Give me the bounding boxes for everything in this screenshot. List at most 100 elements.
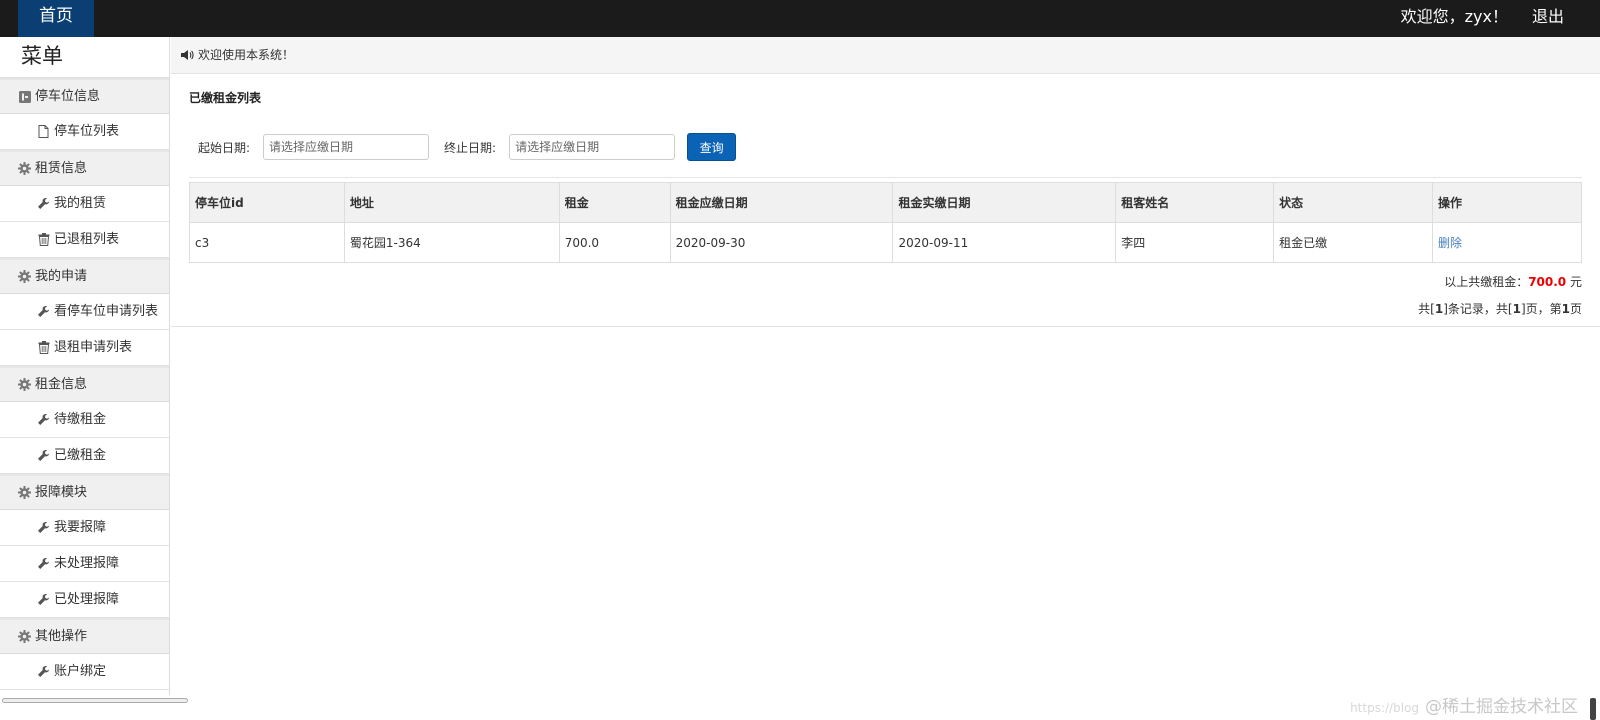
column-header: 地址 (343, 182, 560, 223)
wrench-icon (37, 413, 50, 426)
sidebar-group-header[interactable]: 租赁信息 (0, 150, 169, 186)
pagination-info: 共[1]条记录，共[1]页，第1页 (1418, 300, 1582, 317)
sidebar-item-label: 账户绑定 (54, 663, 107, 679)
pager-text: 页 (1569, 302, 1582, 316)
trash-icon (37, 233, 50, 246)
column-header: 状态 (1273, 182, 1434, 223)
table-cell: 删除 (1432, 222, 1582, 263)
sidebar-item[interactable]: 我的租赁 (0, 186, 169, 222)
top-navbar: 首页 欢迎您，zyx！ 退出 (0, 0, 1600, 37)
sidebar-item[interactable]: 账户绑定 (0, 654, 169, 690)
column-header: 租金 (558, 182, 671, 223)
file-icon (37, 125, 50, 138)
logout-link[interactable]: 退出 (1532, 0, 1564, 33)
pager-current: 1 (1561, 302, 1570, 316)
watermark: https://blog @稀土掘金技术社区 (1350, 692, 1578, 717)
notice-bar: 欢迎使用本系统！ (171, 37, 1600, 74)
table-cell: 蜀花园1-364 (343, 222, 560, 263)
pager-pages: 1 (1512, 302, 1521, 316)
sidebar-item[interactable]: 待缴租金 (0, 402, 169, 438)
query-button[interactable]: 查询 (687, 133, 737, 161)
gear-icon (18, 486, 31, 499)
sidebar-item[interactable]: 已处理报障 (0, 582, 169, 618)
sidebar-group-header[interactable]: 其他操作 (0, 618, 169, 654)
table-cell: 2020-09-11 (892, 222, 1117, 263)
table-header-row: 停车位id 地址 租金 租金应缴日期 租金实缴日期 租客姓名 状态 操作 (189, 182, 1582, 223)
sidebar-item[interactable]: 看停车位申请列表 (0, 294, 169, 330)
home-tab[interactable]: 首页 (18, 0, 94, 37)
delete-link[interactable]: 删除 (1438, 236, 1462, 250)
wrench-icon (37, 665, 50, 678)
watermark-url: https://blog (1350, 701, 1419, 715)
square-icon (18, 90, 31, 103)
sidebar-item-label: 未处理报障 (54, 555, 120, 571)
sidebar-item-label: 看停车位申请列表 (54, 303, 159, 319)
sidebar-item-label: 已缴租金 (54, 447, 107, 463)
sidebar-item-label: 已退租列表 (54, 231, 120, 247)
sidebar-item[interactable]: 未处理报障 (0, 546, 169, 582)
sidebar-group-label: 租金信息 (35, 376, 88, 392)
sidebar-group-header[interactable]: 我的申请 (0, 258, 169, 294)
sidebar-group-header[interactable]: 停车位信息 (0, 78, 169, 114)
sidebar-item[interactable]: 我要报障 (0, 510, 169, 546)
pager-text: ]条记录，共[ (1443, 302, 1513, 316)
gear-icon (18, 378, 31, 391)
notice-text: 欢迎使用本系统！ (198, 48, 295, 62)
column-header: 租金实缴日期 (892, 182, 1117, 223)
summary-suffix: 元 (1566, 275, 1582, 289)
sidebar-item[interactable]: 退租申请列表 (0, 330, 169, 366)
column-header: 操作 (1432, 182, 1582, 223)
sidebar-item[interactable]: 停车位列表 (0, 114, 169, 150)
menu-title: 菜单 (0, 37, 169, 78)
watermark-text: @稀土掘金技术社区 (1425, 697, 1578, 717)
start-date-label: 起始日期: (198, 140, 251, 155)
pager-text: 共[ (1418, 302, 1435, 316)
sidebar-item[interactable]: 已退租列表 (0, 222, 169, 258)
table-cell: 李四 (1115, 222, 1275, 263)
total-summary: 以上共缴租金：700.0 元 (1444, 273, 1582, 290)
sidebar-item-label: 我的租赁 (54, 195, 107, 211)
table-row: c3 蜀花园1-364 700.0 2020-09-30 2020-09-11 李四 租金已… (189, 222, 1582, 263)
table-cell: 租金已缴 (1273, 222, 1434, 263)
table-body: c3 蜀花园1-364 700.0 2020-09-30 2020-09-11 李四 租金已… (189, 222, 1582, 263)
sidebar-group-header[interactable]: 报障模块 (0, 474, 169, 510)
sidebar-menu: 停车位信息停车位列表 租赁信息我的租赁已退租列表我的申请看停车位申请列表 退租申请列… (0, 78, 169, 690)
sidebar-item-label: 待缴租金 (54, 411, 107, 427)
sidebar-group-label: 其他操作 (35, 628, 88, 644)
gear-icon (18, 162, 31, 175)
wrench-icon (37, 305, 50, 318)
start-date-input[interactable] (263, 134, 430, 160)
vertical-scrollbar[interactable] (1590, 698, 1596, 720)
wrench-icon (37, 521, 50, 534)
trash-icon (37, 341, 50, 354)
table-cell: c3 (189, 222, 345, 263)
end-date-input[interactable] (509, 134, 676, 160)
sidebar-item-label: 退租申请列表 (54, 339, 133, 355)
sidebar-group-header[interactable]: 租金信息 (0, 366, 169, 402)
page-title: 已缴租金列表 (189, 91, 262, 105)
wrench-icon (37, 197, 50, 210)
horizontal-scrollbar[interactable] (2, 698, 188, 703)
sidebar-item-label: 我要报障 (54, 519, 107, 535)
speaker-icon (181, 49, 194, 61)
column-header: 租金应缴日期 (669, 182, 894, 223)
pager-text: ]页，第 (1520, 302, 1562, 316)
wrench-icon (37, 557, 50, 570)
wrench-icon (37, 593, 50, 606)
end-date-label: 终止日期: (444, 140, 497, 155)
gear-icon (18, 270, 31, 283)
table-cell: 2020-09-30 (669, 222, 894, 263)
divider (171, 326, 1600, 327)
sidebar: 菜单 停车位信息停车位列表 租赁信息我的租赁已退租列表我的申请看停车位申请列表 退租… (0, 37, 170, 695)
welcome-user-text: 欢迎您，zyx！ (1400, 7, 1508, 26)
sidebar-item[interactable]: 已缴租金 (0, 438, 169, 474)
sidebar-group-label: 停车位信息 (35, 88, 101, 104)
sidebar-group-label: 我的申请 (35, 268, 88, 284)
table-cell: 700.0 (558, 222, 671, 263)
summary-prefix: 以上共缴租金： (1444, 275, 1529, 289)
wrench-icon (37, 449, 50, 462)
gear-icon (18, 630, 31, 643)
search-form: 起始日期: 终止日期: 查询 (198, 133, 737, 161)
rent-table: 停车位id 地址 租金 租金应缴日期 租金实缴日期 租客姓名 状态 操作 c3 蜀花园1-364… (189, 182, 1582, 263)
column-header: 租客姓名 (1115, 182, 1275, 223)
